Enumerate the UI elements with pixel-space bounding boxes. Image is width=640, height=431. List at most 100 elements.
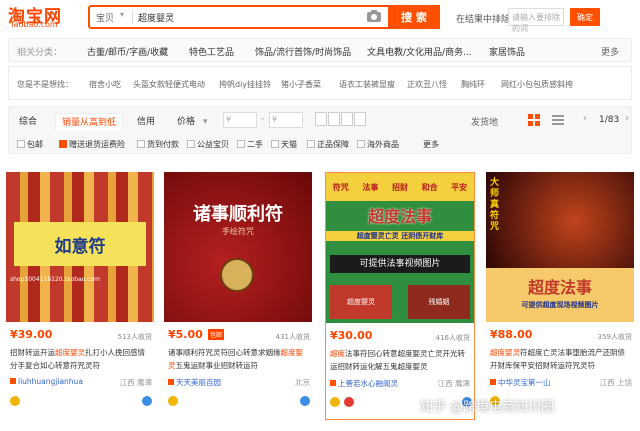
- product-card[interactable]: 大师真符咒 超度法事 可提供超度现场视频图片 ¥88.00 359人收货 超度婴…: [486, 172, 636, 420]
- free-shipping-badge: 包邮: [208, 329, 225, 340]
- header: 淘宝网 Taobao.com 宝贝 ▾ 超度婴灵 搜 索 在结果中排除 请输入要…: [0, 0, 640, 34]
- search-input[interactable]: 超度婴灵: [138, 11, 174, 24]
- product-price: ¥5.00: [168, 328, 203, 341]
- product-title[interactable]: 招财转运开运超度婴灵扎打小人挽回感情分手复合如心转意符咒灵符: [10, 346, 152, 372]
- image-watermark: shop1004116120.taobao.com: [10, 276, 100, 283]
- sort-tab-price[interactable]: 价格: [177, 113, 195, 131]
- image-subcaption: 可提供法事视频图片: [330, 255, 470, 273]
- image-char: 和合: [421, 182, 438, 192]
- product-card[interactable]: 如意符 shop1004116120.taobao.com ¥39.00 513…: [6, 172, 156, 420]
- product-price: ¥30.00: [330, 329, 373, 342]
- product-title[interactable]: 超度婴灵符超度亡灵法事堕胎流产还阴债开财库保平安招财转运符咒灵符: [490, 346, 632, 372]
- category-item[interactable]: 文具电教/文化用品/商务...: [367, 45, 472, 58]
- product-sales: 416人收货: [435, 334, 470, 342]
- image-char: 平安: [451, 182, 468, 192]
- taobao-logo[interactable]: 淘宝网 Taobao.com: [8, 2, 72, 32]
- chevron-down-icon[interactable]: ▾: [120, 10, 124, 19]
- checkbox-icon[interactable]: [271, 140, 279, 148]
- product-image[interactable]: 如意符 shop1004116120.taobao.com: [6, 172, 154, 322]
- product-price: ¥88.00: [490, 328, 533, 341]
- shop-link[interactable]: liuhhuangjianhua: [10, 377, 83, 386]
- related-item[interactable]: 猪小子香菜: [281, 79, 321, 90]
- price-min-input[interactable]: ¥: [223, 112, 257, 128]
- related-item[interactable]: 挎帆diy挂挂铃: [219, 79, 271, 90]
- exclude-label: 在结果中排除: [456, 15, 511, 25]
- related-item[interactable]: 头盔女款轻便式电动: [133, 79, 205, 90]
- product-location: 北京: [295, 378, 310, 387]
- category-item[interactable]: 古董/邮币/字画/收藏: [87, 45, 168, 58]
- category-more[interactable]: 更多: [601, 45, 619, 58]
- prev-page-icon[interactable]: ‹: [583, 113, 587, 124]
- ship-from-select[interactable]: 发货地: [471, 115, 498, 128]
- gold-seller-icon: [330, 397, 340, 407]
- gold-seller-icon: [168, 396, 178, 406]
- image-photo-right: 残婚姻: [408, 285, 470, 319]
- chat-icon[interactable]: [300, 396, 310, 406]
- view-toggle-group[interactable]: [315, 112, 371, 128]
- checkbox-icon[interactable]: [307, 140, 315, 148]
- exclude-confirm-button[interactable]: 确定: [570, 8, 600, 26]
- product-title[interactable]: 诸事顺利符咒灵符回心转意求姻缘超度婴灵五鬼运财事业招财转运符: [168, 346, 310, 372]
- shop-link[interactable]: 上善若水心融阁灵: [330, 378, 398, 389]
- related-searches: 您是不是想找： 宿舍小吃 头盔女款轻便式电动 挎帆diy挂挂铃 猪小子香菜 语衣…: [8, 66, 632, 100]
- image-char: 法事: [362, 182, 379, 192]
- exclude-input[interactable]: 请输入要排除的词: [508, 8, 564, 33]
- product-card[interactable]: 诸事顺利符 手绘符咒 ¥5.00 包邮 431人收货 诸事顺利符咒灵符回心转意求…: [164, 172, 314, 420]
- image-caption: 诸事顺利符: [193, 204, 283, 225]
- chevron-down-icon[interactable]: ▾: [203, 113, 208, 131]
- filter-checkbox[interactable]: 赠送退货运费险: [59, 139, 125, 150]
- image-subcaption: 手绘符咒: [222, 227, 254, 236]
- search-button[interactable]: 搜 索: [388, 5, 440, 29]
- price-dash: -: [261, 114, 265, 124]
- category-item[interactable]: 特色工艺品: [189, 45, 234, 58]
- checkbox-icon[interactable]: [237, 140, 245, 148]
- product-image[interactable]: 诸事顺利符 手绘符咒: [164, 172, 312, 322]
- logo-sub: Taobao.com: [10, 20, 58, 29]
- product-price: ¥39.00: [10, 328, 53, 341]
- list-view-icon[interactable]: [551, 113, 565, 127]
- product-title[interactable]: 超度法事符回心转意超度婴灵亡灵开光转运招财转运化解五鬼超度婴灵: [330, 347, 472, 373]
- category-item[interactable]: 家居饰品: [489, 45, 525, 58]
- filter-checkbox[interactable]: 二手: [237, 139, 263, 150]
- camera-icon[interactable]: [366, 9, 382, 23]
- checkbox-icon[interactable]: [357, 140, 365, 148]
- filter-checkbox[interactable]: 天猫: [271, 139, 297, 150]
- image-char: 符咒: [332, 182, 349, 192]
- product-sales: 359人收货: [597, 333, 632, 341]
- checkbox-checked-icon[interactable]: [59, 140, 67, 148]
- price-max-input[interactable]: ¥: [269, 112, 303, 128]
- filter-checkbox[interactable]: 公益宝贝: [187, 139, 229, 150]
- sort-tab-sales[interactable]: 销量从高到低: [55, 113, 124, 131]
- sort-tab-credit[interactable]: 信用: [137, 113, 155, 131]
- sort-tab-default[interactable]: 综合: [19, 113, 37, 131]
- search-scope[interactable]: 宝贝: [96, 11, 114, 24]
- filter-checkbox[interactable]: 正品保障: [307, 139, 349, 150]
- checkbox-icon[interactable]: [17, 140, 25, 148]
- next-page-icon[interactable]: ›: [625, 113, 629, 124]
- heart-icon: [344, 397, 354, 407]
- grid-view-icon[interactable]: [527, 113, 541, 127]
- shop-link[interactable]: 中华灵宝第一山: [490, 377, 551, 388]
- filter-checkbox[interactable]: 货到付款: [137, 139, 179, 150]
- related-item[interactable]: 宿舍小吃: [89, 79, 121, 90]
- image-side-caption: 大师真符咒: [490, 178, 500, 232]
- checkbox-icon[interactable]: [187, 140, 195, 148]
- filter-checkbox[interactable]: 海外商品: [357, 139, 399, 150]
- chat-icon[interactable]: [142, 396, 152, 406]
- related-item[interactable]: 胸纯环: [461, 79, 485, 90]
- related-item[interactable]: 正欢丑八怪: [407, 79, 447, 90]
- filter-more[interactable]: 更多: [423, 139, 439, 150]
- filter-checkbox[interactable]: 包邮: [17, 139, 43, 150]
- related-item[interactable]: 语衣工装裤显瘦: [339, 79, 395, 90]
- product-image[interactable]: 符咒 法事 招财 和合 平安 超度法事 超度婴灵亡灵 还阴债开财库 可提供法事视…: [326, 173, 474, 323]
- shop-icon: [330, 380, 336, 386]
- checkbox-icon[interactable]: [137, 140, 145, 148]
- page-indicator: 1/83: [599, 115, 620, 125]
- category-item[interactable]: 饰品/流行首饰/时尚饰品: [255, 45, 351, 58]
- product-card[interactable]: 符咒 法事 招财 和合 平安 超度法事 超度婴灵亡灵 还阴债开财库 可提供法事视…: [325, 172, 475, 420]
- shop-link[interactable]: 天天美丽百园: [168, 377, 221, 388]
- product-image[interactable]: 大师真符咒 超度法事 可提供超度现场视频图片: [486, 172, 634, 322]
- product-location: 江西 上饶: [599, 378, 632, 387]
- image-topbar: 符咒 法事 招财 和合 平安: [326, 173, 474, 201]
- related-item[interactable]: 网红小包包质感斜挎: [501, 79, 573, 90]
